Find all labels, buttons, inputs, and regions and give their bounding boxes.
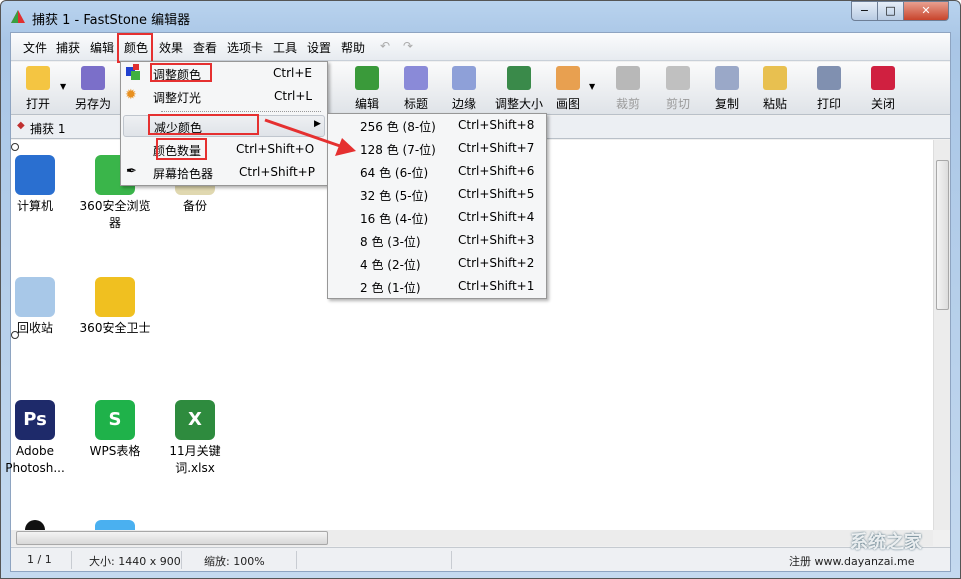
submenu-item[interactable]: 4 色 (2-位) Ctrl+Shift+2 [328,252,546,275]
selection-handle[interactable] [11,331,19,339]
submenu-item[interactable]: 8 色 (3-位) Ctrl+Shift+3 [328,229,546,252]
status-register-link[interactable]: 注册 www.dayanzai.me [789,553,914,569]
desktop-icon: 回收站 [0,277,75,337]
app-icon [11,10,25,23]
submenu-item[interactable]: 64 色 (6-位) Ctrl+Shift+6 [328,160,546,183]
resize-icon [507,66,531,90]
edit-palette-icon [355,66,379,90]
desktop-icon-image: X [175,400,215,440]
desktop-icon-image: S [95,400,135,440]
divider [451,551,452,569]
desktop-icon-image [15,155,55,195]
selection-handle[interactable] [11,143,19,151]
paste-icon [763,66,787,90]
desktop-icon: 360安全卫士 [75,277,155,337]
sun-icon: ✹ [125,87,137,103]
printer-icon [817,66,841,90]
menu-capture[interactable]: 捕获 [56,39,80,56]
crop-icon [616,66,640,90]
menu-effects[interactable]: 效果 [159,39,183,56]
minimize-button[interactable]: − [851,1,878,21]
open-dropdown-arrow-icon[interactable]: ▼ [60,82,66,91]
submenu-item[interactable]: 32 色 (5-位) Ctrl+Shift+5 [328,183,546,206]
paint-dropdown-arrow-icon[interactable]: ▼ [589,82,595,91]
desktop-icon-image: Ps [15,400,55,440]
save-icon [81,66,105,90]
redo-icon[interactable]: ↷ [403,39,413,53]
vertical-scroll-thumb[interactable] [936,160,949,310]
divider [181,551,182,569]
menu-edit[interactable]: 编辑 [90,39,114,56]
submenu-arrow-icon: ▶ [314,119,321,129]
highlight-box [150,63,212,82]
desktop-icon: X 11月关键词.xlsx [155,400,235,477]
menu-item-color-count[interactable]: 颜色数量 Ctrl+Shift+O [121,138,327,161]
undo-icon[interactable]: ↶ [380,39,390,53]
status-size: 大小: 1440 x 900 [89,555,181,568]
submenu-item[interactable]: 128 色 (7-位) Ctrl+Shift+7 [328,137,546,160]
toolbar-button-edge[interactable]: 边缘 [439,64,489,112]
desktop-icon: Ps Adobe Photosh... [0,400,75,477]
watermark-logo: 系统之家 [850,532,922,553]
desktop-icon-image [95,277,135,317]
power-icon [871,66,895,90]
folder-open-icon [26,66,50,90]
toolbar-button-edit-palette[interactable]: 编辑 [342,64,392,112]
highlight-box [117,33,153,63]
maximize-button[interactable]: □ [877,1,904,21]
copy-icon [715,66,739,90]
desktop-icon: S WPS表格 [75,400,155,460]
toolbar-button-copy[interactable]: 复制 [702,64,752,112]
menu-tabs[interactable]: 选项卡 [227,39,263,56]
menu-settings[interactable]: 设置 [307,39,331,56]
divider [71,551,72,569]
caption-icon [404,66,428,90]
status-page: 1 / 1 [27,553,52,566]
highlight-box [148,114,259,135]
submenu-item[interactable]: 16 色 (4-位) Ctrl+Shift+4 [328,206,546,229]
tab-diamond-icon: ◆ [17,120,25,131]
status-zoom: 缩放: 100% [204,555,265,568]
highlight-box [156,138,207,160]
menu-view[interactable]: 查看 [193,39,217,56]
reduce-colors-submenu: 256 色 (8-位) Ctrl+Shift+8 128 色 (7-位) Ctrl+S… [327,113,547,299]
scissors-icon [666,66,690,90]
menu-tools[interactable]: 工具 [273,39,297,56]
menu-item-adjust-lighting[interactable]: ✹ 调整灯光 Ctrl+L [121,85,327,108]
window-title: 捕获 1 - FastStone 编辑器 [32,13,191,28]
menu-separator [161,111,321,112]
menu-help[interactable]: 帮助 [341,39,365,56]
tab-capture-1[interactable]: 捕获 1 [30,120,65,137]
desktop-icon-image [15,277,55,317]
close-window-button[interactable]: ✕ [903,1,949,21]
edge-icon [452,66,476,90]
divider [296,551,297,569]
vertical-scrollbar[interactable] [933,140,950,530]
toolbar-button-save[interactable]: 另存为 [68,64,118,112]
toolbar-button-scissors[interactable]: 剪切 [653,64,703,112]
toolbar-button-paint[interactable]: 画图 [543,64,593,112]
toolbar-button-power[interactable]: 关闭 [858,64,908,112]
submenu-item[interactable]: 2 色 (1-位) Ctrl+Shift+1 [328,275,546,298]
toolbar-button-resize[interactable]: 调整大小 [494,64,544,112]
toolbar-button-caption[interactable]: 标题 [391,64,441,112]
horizontal-scrollbar[interactable] [11,530,933,546]
eyedropper-icon: ✒ [126,164,137,179]
status-bar: 1 / 1 大小: 1440 x 900 缩放: 100% 注册 www.day… [11,547,950,571]
toolbar-button-paste[interactable]: 粘贴 [750,64,800,112]
toolbar-button-folder-open[interactable]: 打开 [13,64,63,112]
menu-file[interactable]: 文件 [23,39,47,56]
horizontal-scroll-thumb[interactable] [16,531,328,545]
submenu-item[interactable]: 256 色 (8-位) Ctrl+Shift+8 [328,114,546,137]
toolbar-button-printer[interactable]: 打印 [804,64,854,112]
desktop-icon: 计算机 [0,155,75,215]
toolbar-button-crop[interactable]: 裁剪 [603,64,653,112]
paint-icon [556,66,580,90]
menu-item-screen-color-picker[interactable]: ✒ 屏幕拾色器 Ctrl+Shift+P [121,161,327,184]
